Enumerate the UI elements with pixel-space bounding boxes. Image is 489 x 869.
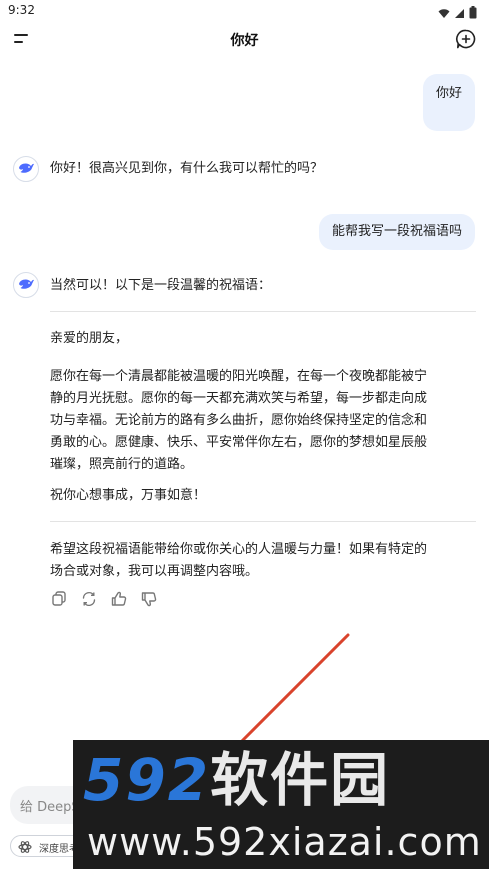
thumbs-up-icon[interactable] — [110, 590, 128, 608]
new-chat-icon[interactable] — [455, 28, 477, 50]
app-header: 你好 — [0, 22, 489, 56]
blessing-line: 璀璨，照亮前行的道路。 — [50, 457, 194, 472]
input-placeholder: 给 DeepS — [20, 800, 80, 815]
blessing-line: 勇敢的心。愿健康、快乐、平安常伴你左右，愿你的梦想如星辰般 — [50, 435, 428, 450]
status-bar: 9:32 — [0, 0, 489, 22]
page-title: 你好 — [230, 33, 259, 49]
atom-icon — [18, 839, 32, 858]
ai-avatar — [13, 272, 39, 298]
user-message: 你好 — [423, 74, 475, 131]
signal-icon — [454, 4, 465, 23]
copy-icon[interactable] — [50, 590, 68, 608]
blessing-closing: 祝你心想事成，万事如意！ — [50, 488, 207, 503]
blessing-line: 静的月光抚慰。愿你的每一天都充满欢笑与希望，每一步都走向成 — [50, 391, 428, 406]
status-icons — [438, 4, 477, 23]
message-actions — [50, 590, 158, 608]
thumbs-down-icon[interactable] — [140, 590, 158, 608]
wifi-icon — [438, 4, 450, 23]
status-time: 9:32 — [8, 3, 35, 17]
regenerate-icon[interactable] — [80, 590, 98, 608]
divider — [50, 521, 476, 522]
watermark-brand: 592软件园 — [83, 748, 390, 812]
ai-avatar — [13, 156, 39, 182]
watermark-brand-text: 软件园 — [210, 746, 391, 814]
whale-icon — [17, 160, 35, 179]
divider — [50, 311, 476, 312]
ai-message-outro: 场合或对象，我可以再调整内容哦。 — [50, 564, 259, 579]
watermark-brand-number: 592 — [83, 746, 211, 814]
blessing-line: 功与幸福。无论前方的路有多么曲折，愿你始终保持坚定的信念和 — [50, 413, 428, 428]
ai-message: 你好！很高兴见到你，有什么我可以帮忙的吗？ — [50, 161, 324, 176]
ai-message-outro: 希望这段祝福语能带给你或你关心的人温暖与力量！如果有特定的 — [50, 542, 428, 557]
watermark-url: www.592xiazai.com — [87, 820, 482, 864]
ai-message-intro: 当然可以！以下是一段温馨的祝福语： — [50, 278, 272, 293]
blessing-line: 愿你在每一个清晨都能被温暖的阳光唤醒，在每一个夜晚都能被宁 — [50, 369, 428, 384]
blessing-greeting: 亲爱的朋友， — [50, 331, 129, 346]
watermark-overlay: 592软件园 www.592xiazai.com — [73, 740, 489, 869]
whale-icon — [17, 276, 35, 295]
battery-icon — [469, 4, 477, 23]
user-message: 能帮我写一段祝福语吗 — [318, 214, 475, 250]
